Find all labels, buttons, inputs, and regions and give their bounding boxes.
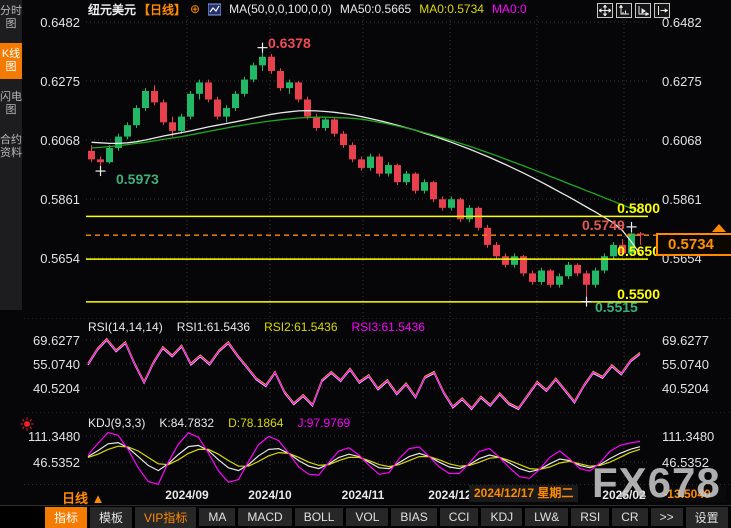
toolbar-button-cr[interactable]: CR <box>612 508 647 526</box>
current-price-box: 0.5734 <box>656 233 731 256</box>
ma0-value-a: MA0:0.5734 <box>419 2 484 16</box>
ma50-value: MA50:0.5665 <box>340 2 411 16</box>
ma-line-ma50 <box>92 111 641 255</box>
y-axis-label: 0.6068 <box>662 133 714 148</box>
y-axis-label: 0.6482 <box>28 15 80 30</box>
crosshair-date-box: 2024/12/17 星期二 <box>469 485 578 502</box>
toolbar-button-bias[interactable]: BIAS <box>391 508 436 526</box>
kdj-axis-label: 111.3480 <box>28 429 80 444</box>
add-indicator-icon[interactable]: ⊕ <box>190 2 200 16</box>
ma0-value-b: MA0:0 <box>492 2 527 16</box>
toolbar-button-vip指标[interactable]: VIP指标 <box>135 507 196 528</box>
pan-right-icon[interactable] <box>654 3 670 18</box>
chart-header: 纽元美元【日线】 ⊕ MA(50,0,0,100,0,0) MA50:0.5665… <box>88 2 527 16</box>
trading-app-window: 分时图 K线图闪电图合约资料 纽元美元【日线】 ⊕ MA(50,0,0,100,0,… <box>0 0 731 528</box>
kdj-title: KDJ(9,3,3) <box>88 416 145 430</box>
kdj-axis-label: 46.5352 <box>662 455 714 470</box>
y-axis-label: 0.6275 <box>28 74 80 89</box>
kdj-axis-label: 46.5352 <box>28 455 80 470</box>
rsi-line-rsi3 <box>88 339 640 408</box>
rsi3-value: RSI3:61.5436 <box>352 320 425 334</box>
swing-markers <box>96 43 637 307</box>
x-axis-label: 2024/10 <box>238 488 302 502</box>
rsi-axis-label: 40.5204 <box>28 381 80 396</box>
sidebar-tab-4[interactable]: 合约资料 <box>0 129 22 165</box>
rsi-line-rsi1 <box>88 340 640 409</box>
kdj-k-value: K:84.7832 <box>159 416 214 430</box>
toolbar-button-vol[interactable]: VOL <box>346 508 388 526</box>
toolbar-button-模板[interactable]: 模板 <box>90 507 132 528</box>
toolbar-button-cci[interactable]: CCI <box>440 508 479 526</box>
rsi-axis-label: 40.5204 <box>662 381 714 396</box>
chart-tool-icons <box>597 3 670 18</box>
x-axis-label: 2024/11 <box>331 488 395 502</box>
rsi-axis-label: 55.0740 <box>662 357 714 372</box>
rsi1-value: RSI1:61.5436 <box>177 320 250 334</box>
y-axis-label: 0.5861 <box>28 192 80 207</box>
sidebar-tab-1[interactable]: 分时图 <box>0 0 22 36</box>
price-panel <box>88 52 644 298</box>
auto-scale-x-icon[interactable] <box>635 3 651 18</box>
kdj-d-value: D:78.1864 <box>228 416 283 430</box>
level-label: 0.5500 <box>560 286 660 302</box>
y-axis-label: 0.5861 <box>662 192 714 207</box>
x-axis-label: 2025/02 <box>592 488 656 502</box>
ma-indicator-icon[interactable] <box>208 3 221 16</box>
rsi-axis-label: 55.0740 <box>28 357 80 372</box>
toolbar-button-boll[interactable]: BOLL <box>295 508 344 526</box>
rsi2-value: RSI2:61.5436 <box>264 320 337 334</box>
kdj-j-value: J:97.9769 <box>297 416 350 430</box>
ma-line-ma100 <box>92 117 641 212</box>
ma-settings: MA(50,0,0,100,0,0) <box>229 2 332 16</box>
level-label: 0.5800 <box>560 200 660 216</box>
y-axis-label: 0.6275 <box>662 74 714 89</box>
chart-type-sidebar: 分时图 K线图闪电图合约资料 <box>0 0 22 310</box>
rsi-line-rsi2 <box>88 339 640 408</box>
kdj-lines <box>88 433 640 485</box>
toolbar-button-rsi[interactable]: RSI <box>571 508 609 526</box>
rsi-axis-label: 69.6277 <box>28 333 80 348</box>
move-tool-icon[interactable] <box>597 3 613 18</box>
toolbar-button-[interactable]: >> <box>651 508 683 526</box>
rsi-panel-header: RSI(14,14,14) RSI1:61.5436 RSI2:61.5436 … <box>88 320 425 334</box>
toolbar-button-设置[interactable]: 设置 <box>686 507 728 528</box>
sidebar-tab-3[interactable]: 闪电图 <box>0 86 22 122</box>
resistance-label: 0.5749 <box>582 217 625 233</box>
indicator-toolbar: 指标模板VIP指标MAMACDBOLLVOLBIASCCIKDJLW&RSICR… <box>0 505 731 528</box>
kdj-panel-header: KDJ(9,3,3) K:84.7832 D:78.1864 J:97.9769 <box>88 416 350 430</box>
sidebar-tab-2[interactable]: K线图 <box>0 43 22 79</box>
toolbar-button-lw[interactable]: LW& <box>525 508 568 526</box>
toolbar-button-ma[interactable]: MA <box>199 508 235 526</box>
x-axis-label: 2024/09 <box>155 488 219 502</box>
auto-scale-y-icon[interactable] <box>616 3 632 18</box>
y-axis-label: 0.5654 <box>28 251 80 266</box>
rsi-title: RSI(14,14,14) <box>88 320 163 334</box>
rsi-lines <box>88 339 640 410</box>
toolbar-button-指标[interactable]: 指标 <box>45 507 87 528</box>
toolbar-button-kdj[interactable]: KDJ <box>481 508 522 526</box>
period-arrow-icon: ▲ <box>92 491 105 506</box>
period-tag: 【日线】 <box>138 1 186 18</box>
kdj-axis-label: 111.3480 <box>662 429 714 444</box>
symbol-name: 纽元美元 <box>88 1 136 18</box>
swing-high-label: 0.6378 <box>268 35 311 51</box>
y-axis-label: 0.6068 <box>28 133 80 148</box>
start-low-label: 0.5973 <box>116 171 159 187</box>
kdj-corner-value: -13.5040 <box>648 486 726 502</box>
level-label: 0.5650 <box>560 243 660 259</box>
rsi-axis-label: 69.6277 <box>662 333 714 348</box>
candlestick-series <box>88 52 644 298</box>
toolbar-button-macd[interactable]: MACD <box>238 508 291 526</box>
